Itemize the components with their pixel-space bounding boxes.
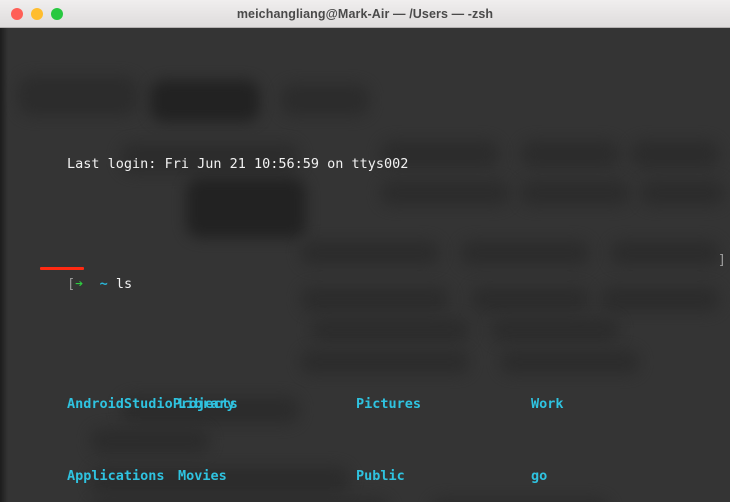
terminal-body[interactable]: Last login: Fri Jun 21 10:56:59 on ttys0…	[0, 28, 730, 502]
dir-entry: Applications	[67, 468, 165, 484]
line-last-login: Last login: Fri Jun 21 10:56:59 on ttys0…	[0, 128, 730, 172]
bracket-close-icon: ]	[717, 252, 726, 268]
terminal-window: meichangliang@Mark-Air — /Users — -zsh L…	[0, 0, 730, 502]
dir-entry: go	[531, 468, 548, 484]
close-button[interactable]	[11, 7, 23, 20]
window-controls	[0, 7, 63, 20]
dir-entry: Movies	[178, 468, 227, 484]
prompt-cwd: ~	[99, 276, 108, 292]
maximize-button[interactable]	[51, 7, 63, 20]
minimize-button[interactable]	[31, 7, 43, 20]
annotation-underline	[40, 267, 84, 270]
bracket-open-icon: [	[67, 276, 76, 292]
last-login-text: Last login: Fri Jun 21 10:56:59 on ttys0…	[67, 156, 409, 172]
title-bar: meichangliang@Mark-Air — /Users — -zsh	[0, 0, 730, 28]
dir-entry: Library	[178, 396, 235, 412]
dir-entry: Public	[356, 468, 405, 484]
window-title: meichangliang@Mark-Air — /Users — -zsh	[236, 6, 494, 21]
listing-row: Applications Movies Public go	[0, 440, 730, 484]
terminal-screen: Last login: Fri Jun 21 10:56:59 on ttys0…	[0, 28, 730, 502]
dir-entry: Work	[531, 396, 564, 412]
listing-row: AndroidStudioProjects Library Pictures Work	[0, 368, 730, 412]
prompt-command: ls	[115, 276, 133, 292]
prompt-line-1: [➔ ~ ls ]	[0, 248, 730, 292]
dir-entry: Pictures	[356, 396, 422, 412]
